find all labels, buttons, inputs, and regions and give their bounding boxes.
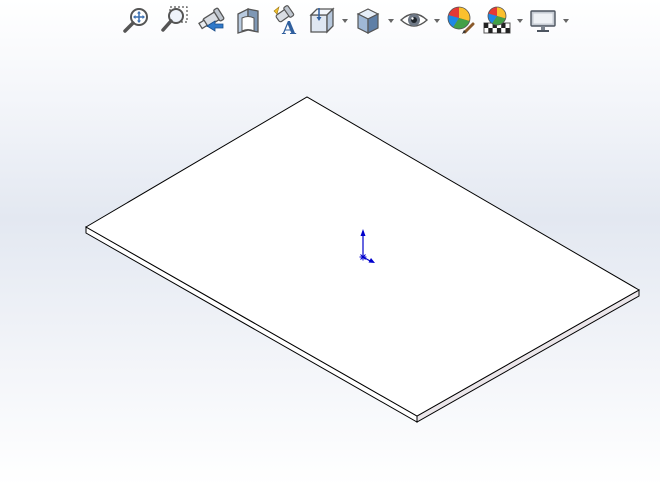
model-view (85, 96, 641, 423)
graphics-area[interactable]: A (0, 0, 660, 486)
origin-point-icon (359, 253, 367, 261)
